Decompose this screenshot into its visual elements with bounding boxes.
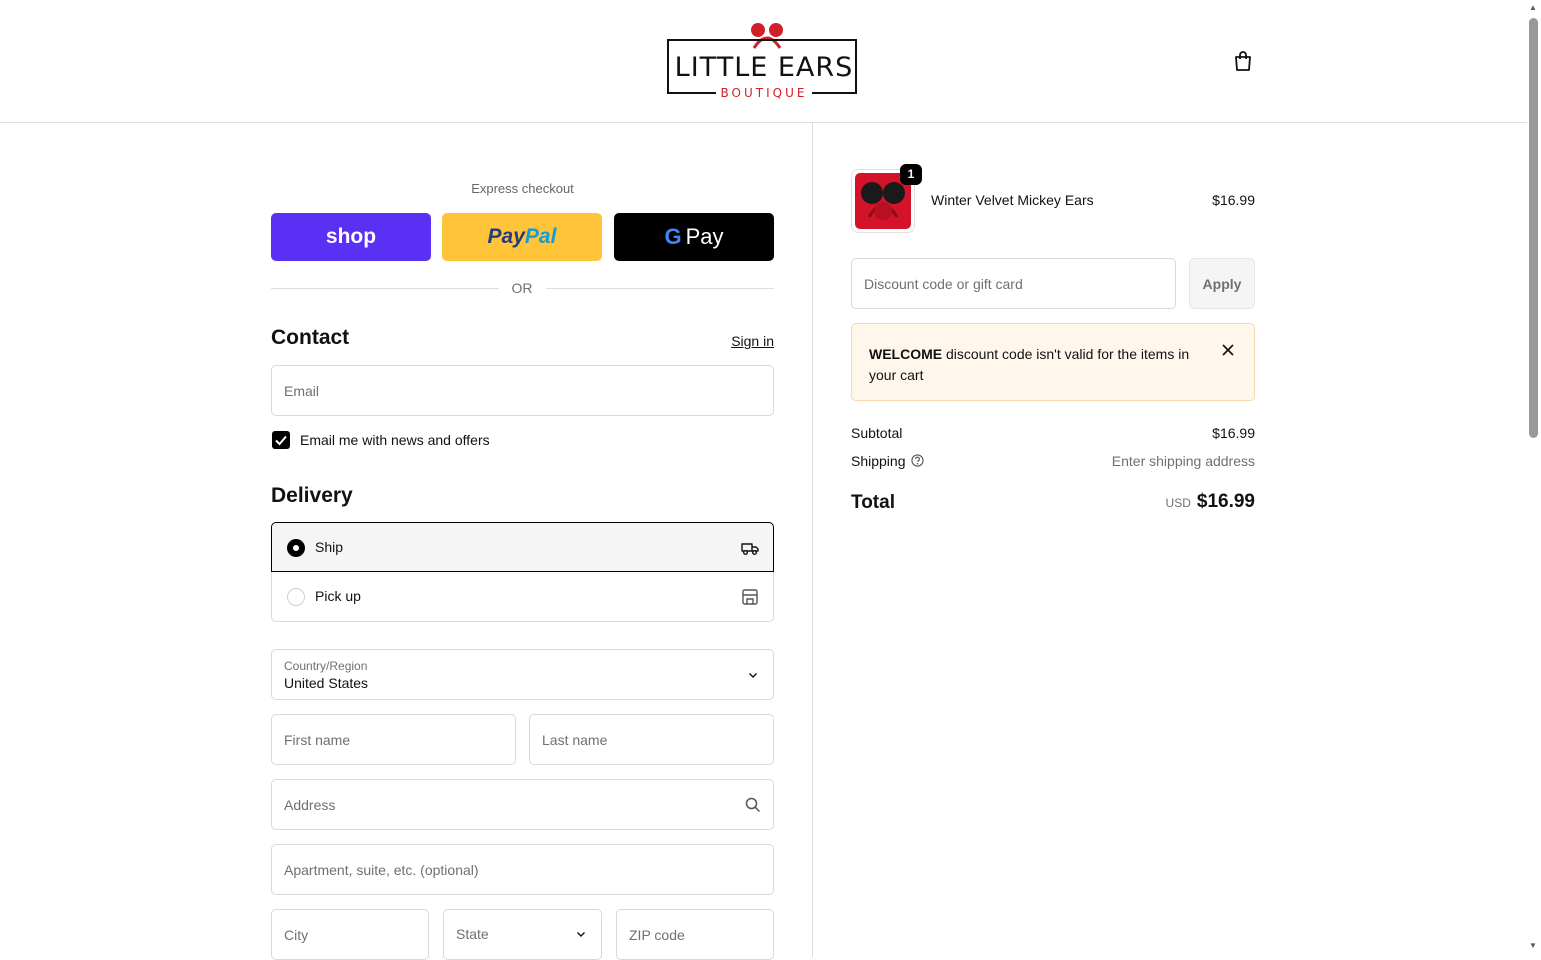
google-pay-button[interactable]: G Pay [614,213,774,261]
truck-icon [741,543,759,555]
city-placeholder: City [284,926,309,943]
discount-code-field[interactable]: Discount code or gift card [851,258,1176,309]
pickup-radio[interactable] [287,588,305,606]
zip-field[interactable]: ZIP code [616,909,774,960]
currency-code: USD [1165,496,1191,510]
email-field[interactable]: Email [271,365,774,416]
or-label: OR [511,280,533,296]
ship-label: Ship [315,539,344,555]
delivery-method-group: Ship Pick up [271,522,774,623]
country-select[interactable]: Country/Region United States [271,649,774,700]
or-divider-right [546,288,774,289]
scrollbar-thumb[interactable] [1529,18,1538,438]
paypal-button[interactable]: Pay Pal [442,213,602,261]
apply-discount-button[interactable]: Apply [1189,258,1255,309]
order-summary-panel [813,123,1527,957]
shop-pay-button[interactable]: shop [271,213,431,261]
address-placeholder: Address [284,796,336,813]
search-icon[interactable] [745,797,761,813]
state-select[interactable]: State [443,909,602,960]
first-name-field[interactable]: First name [271,714,516,765]
email-placeholder: Email [284,382,320,399]
chevron-down-icon [749,672,757,678]
delivery-heading: Delivery [271,484,353,507]
city-field[interactable]: City [271,909,429,960]
delivery-option-pickup[interactable]: Pick up [271,572,774,622]
product-name: Winter Velvet Mickey Ears [931,192,1094,208]
newsletter-checkbox[interactable] [272,431,290,449]
shop-pay-label: shop [325,225,377,248]
column-divider [812,123,813,957]
sign-in-link[interactable]: Sign in [720,333,774,349]
scroll-down-arrow-icon[interactable]: ▼ [1529,941,1537,950]
paypal-label-a: Pay [487,225,525,248]
store-icon [742,589,758,605]
pickup-label: Pick up [315,588,361,604]
discount-placeholder: Discount code or gift card [864,275,1023,292]
product-price: $16.99 [1212,192,1255,208]
total-label: Total [851,492,895,513]
scroll-up-arrow-icon[interactable]: ▲ [1529,3,1537,12]
apartment-field[interactable]: Apartment, suite, etc. (optional) [271,844,774,895]
country-label: Country/Region [284,659,368,673]
apartment-placeholder: Apartment, suite, etc. (optional) [284,861,479,878]
first-name-placeholder: First name [284,731,351,748]
quantity-badge: 1 [900,164,922,185]
shopping-bag-icon[interactable] [1231,49,1255,73]
last-name-placeholder: Last name [542,731,608,748]
ship-radio[interactable] [287,539,305,557]
last-name-field[interactable]: Last name [529,714,774,765]
country-value: United States [284,675,369,691]
newsletter-label: Email me with news and offers [300,432,490,448]
shipping-value: Enter shipping address [1111,453,1255,469]
total-value: $16.99 [1196,491,1255,512]
shipping-label: Shipping [851,453,906,469]
store-logo[interactable]: LITTLE EARS BOUTIQUE [666,22,862,102]
alert-text: WELCOME discount code isn't valid for th… [869,344,1199,386]
express-checkout-label: Express checkout [471,181,574,196]
zip-placeholder: ZIP code [629,926,685,943]
help-circle-icon[interactable] [911,454,924,467]
state-placeholder: State [456,926,489,942]
contact-heading: Contact [271,326,350,349]
subtotal-label: Subtotal [851,425,903,441]
delivery-option-ship[interactable]: Ship [271,522,774,572]
subtotal-value: $16.99 [1212,425,1255,441]
total-amount: USD $16.99 [1055,491,1255,513]
alert-code: WELCOME [869,346,943,362]
site-header: LITTLE EARS BOUTIQUE [0,0,1527,123]
logo-subtitle: BOUTIQUE [716,86,812,100]
google-g-icon: G [664,224,682,249]
address-field[interactable]: Address [271,779,774,830]
discount-error-alert: WELCOME discount code isn't valid for th… [851,323,1255,401]
google-pay-label: Pay [685,224,724,249]
checkmark-icon [275,435,287,446]
paypal-label-b: Pal [524,225,557,248]
logo-title: LITTLE EARS [674,52,854,83]
chevron-down-icon [577,932,585,937]
or-divider-left [271,288,499,289]
close-icon[interactable] [1221,343,1235,357]
